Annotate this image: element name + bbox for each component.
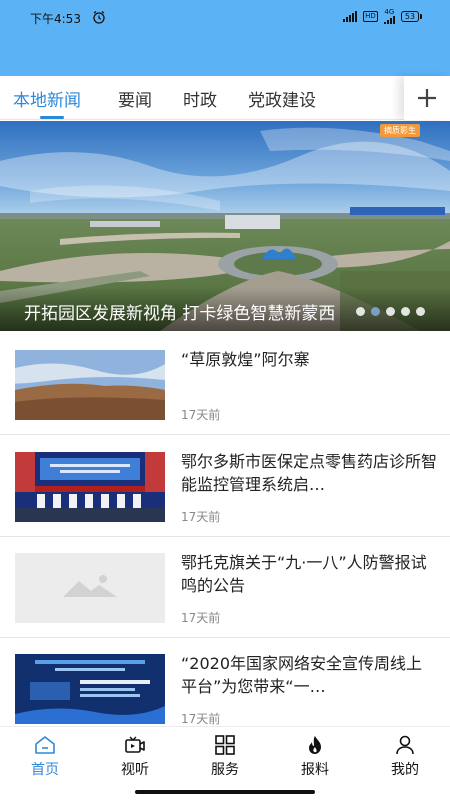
active-tab-indicator	[40, 116, 64, 119]
signal-icon	[343, 11, 358, 22]
channel-tab-bar: 本地新闻 要闻 时政 党政建设	[0, 76, 450, 120]
video-icon	[125, 736, 145, 753]
news-item[interactable]: 鄂托克旗关于“九·一八”人防警报试鸣的公告 17天前	[0, 537, 450, 638]
carousel-dot[interactable]	[356, 307, 365, 316]
home-indicator[interactable]	[135, 790, 315, 794]
news-thumbnail	[15, 654, 165, 724]
network-indicator: 4G	[383, 8, 395, 24]
tab-headlines[interactable]: 要闻	[118, 86, 152, 111]
network-label: 4G	[384, 8, 395, 16]
grid-icon	[215, 735, 235, 755]
news-thumbnail	[15, 452, 165, 522]
plus-icon	[418, 89, 436, 107]
bottom-navigation: 首页 视听 服务 报料 我的	[0, 726, 450, 800]
status-bar: 下午4:53 HD 4G 53	[0, 0, 450, 76]
nav-services[interactable]: 服务	[180, 727, 270, 787]
hd-badge: HD	[363, 11, 378, 22]
carousel-dot[interactable]	[386, 307, 395, 316]
nav-services-label: 服务	[211, 762, 239, 778]
status-indicators: HD 4G 53	[343, 9, 422, 24]
banner-caption: 开拓园区发展新视角 打卡绿色智慧新蒙西	[24, 304, 336, 324]
tab-politics[interactable]: 时政	[183, 86, 217, 111]
carousel-dots	[356, 307, 425, 316]
news-title: 鄂尔多斯市医保定点零售药店诊所智能监控管理系统启…	[181, 452, 437, 494]
alarm-icon	[93, 10, 105, 24]
nav-video[interactable]: 视听	[90, 727, 180, 787]
banner-carousel[interactable]: 摘质影生 开拓园区发展新视角 打卡绿色智慧新蒙西	[0, 121, 450, 331]
banner-source-badge: 摘质影生	[380, 124, 420, 137]
news-time: 17天前	[181, 611, 221, 625]
news-item[interactable]: “草原敦煌”阿尔寨 17天前	[0, 334, 450, 435]
nav-home-label: 首页	[31, 762, 59, 778]
carousel-dot[interactable]	[401, 307, 410, 316]
signal-2-icon	[383, 16, 395, 24]
nav-video-label: 视听	[121, 762, 149, 778]
news-time: 17天前	[181, 510, 221, 524]
battery-icon: 53	[400, 11, 422, 22]
news-item[interactable]: “2020年国家网络安全宣传周线上平台”为您带来“一… 17天前	[0, 638, 450, 739]
home-icon	[35, 736, 55, 754]
carousel-dot[interactable]	[371, 307, 380, 316]
news-item[interactable]: 鄂尔多斯市医保定点零售药店诊所智能监控管理系统启… 17天前	[0, 436, 450, 537]
news-thumbnail	[15, 553, 165, 623]
news-time: 17天前	[181, 408, 221, 422]
status-time: 下午4:53	[30, 12, 81, 26]
tab-local-news[interactable]: 本地新闻	[13, 86, 81, 111]
news-title: “草原敦煌”阿尔寨	[181, 350, 310, 369]
tab-party-building[interactable]: 党政建设	[248, 86, 316, 111]
news-time: 17天前	[181, 712, 221, 726]
news-title: “2020年国家网络安全宣传周线上平台”为您带来“一…	[181, 654, 423, 696]
carousel-dot[interactable]	[416, 307, 425, 316]
battery-level: 53	[400, 11, 419, 22]
user-icon	[396, 735, 414, 755]
nav-report-label: 报料	[301, 762, 329, 778]
fire-icon	[309, 736, 321, 754]
nav-report[interactable]: 报料	[270, 727, 360, 787]
nav-profile[interactable]: 我的	[360, 727, 450, 787]
news-thumbnail	[15, 350, 165, 420]
news-title: 鄂托克旗关于“九·一八”人防警报试鸣的公告	[181, 553, 427, 595]
add-channel-button[interactable]	[404, 76, 450, 120]
nav-home[interactable]: 首页	[0, 727, 90, 787]
nav-profile-label: 我的	[391, 762, 419, 778]
